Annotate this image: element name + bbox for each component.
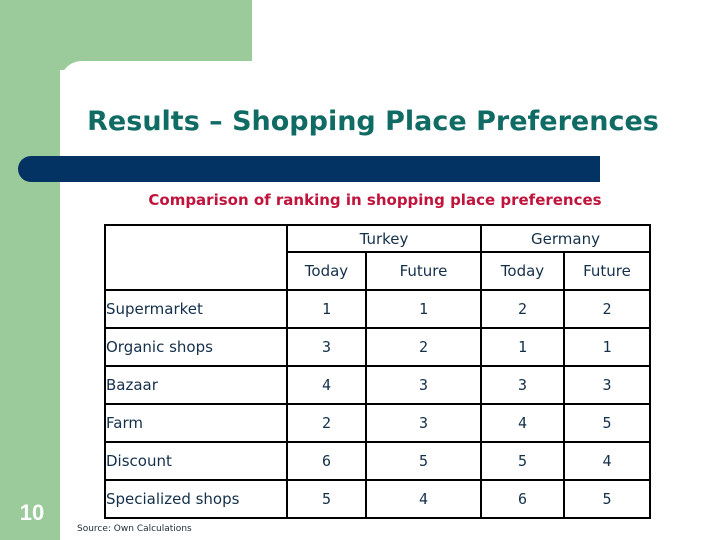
cell-turkey-future: 5 (365, 441, 482, 481)
row-label: Organic shops (104, 327, 288, 367)
cell-germany-today: 1 (480, 327, 565, 367)
cell-germany-today: 2 (480, 289, 565, 329)
row-label: Supermarket (104, 289, 288, 329)
table-row: Organic shops 3 2 1 1 (104, 327, 651, 367)
cell-germany-future: 2 (563, 289, 651, 329)
table-row: Supermarket 1 1 2 2 (104, 289, 651, 329)
ranking-table: Turkey Germany Today Future Today Future… (104, 224, 651, 519)
row-label: Farm (104, 403, 288, 443)
table-row: Farm 2 3 4 5 (104, 403, 651, 443)
cell-germany-today: 5 (480, 441, 565, 481)
corner-cell (104, 224, 288, 291)
slide-title: Results – Shopping Place Preferences (87, 106, 659, 137)
table-row: Discount 6 5 5 4 (104, 441, 651, 481)
cell-germany-today: 6 (480, 479, 565, 519)
cell-germany-future: 5 (563, 403, 651, 443)
cell-turkey-today: 2 (286, 403, 367, 443)
cell-germany-future: 1 (563, 327, 651, 367)
cell-turkey-today: 4 (286, 365, 367, 405)
header-turkey-future: Future (365, 251, 482, 291)
table-row: Bazaar 4 3 3 3 (104, 365, 651, 405)
cell-turkey-today: 1 (286, 289, 367, 329)
cell-turkey-future: 1 (365, 289, 482, 329)
row-label: Specialized shops (104, 479, 288, 519)
table-row: Specialized shops 5 4 6 5 (104, 479, 651, 519)
slide-number: 10 (19, 500, 45, 525)
cell-turkey-today: 6 (286, 441, 367, 481)
cell-turkey-future: 3 (365, 403, 482, 443)
cell-turkey-future: 2 (365, 327, 482, 367)
title-underline-bar (18, 156, 600, 182)
header-germany-future: Future (563, 251, 651, 291)
header-germany-today: Today (480, 251, 565, 291)
cell-turkey-today: 3 (286, 327, 367, 367)
cell-turkey-future: 3 (365, 365, 482, 405)
header-turkey: Turkey (286, 224, 482, 253)
cell-turkey-future: 4 (365, 479, 482, 519)
header-germany: Germany (480, 224, 651, 253)
header-turkey-today: Today (286, 251, 367, 291)
cell-germany-future: 3 (563, 365, 651, 405)
row-label: Discount (104, 441, 288, 481)
row-label: Bazaar (104, 365, 288, 405)
source-note: Source: Own Calculations (77, 524, 192, 534)
table-caption: Comparison of ranking in shopping place … (148, 191, 602, 209)
country-header-row: Turkey Germany (104, 224, 651, 291)
cell-germany-today: 3 (480, 365, 565, 405)
green-decor-left (0, 0, 60, 540)
cell-germany-today: 4 (480, 403, 565, 443)
cell-turkey-today: 5 (286, 479, 367, 519)
cell-germany-future: 5 (563, 479, 651, 519)
cell-germany-future: 4 (563, 441, 651, 481)
